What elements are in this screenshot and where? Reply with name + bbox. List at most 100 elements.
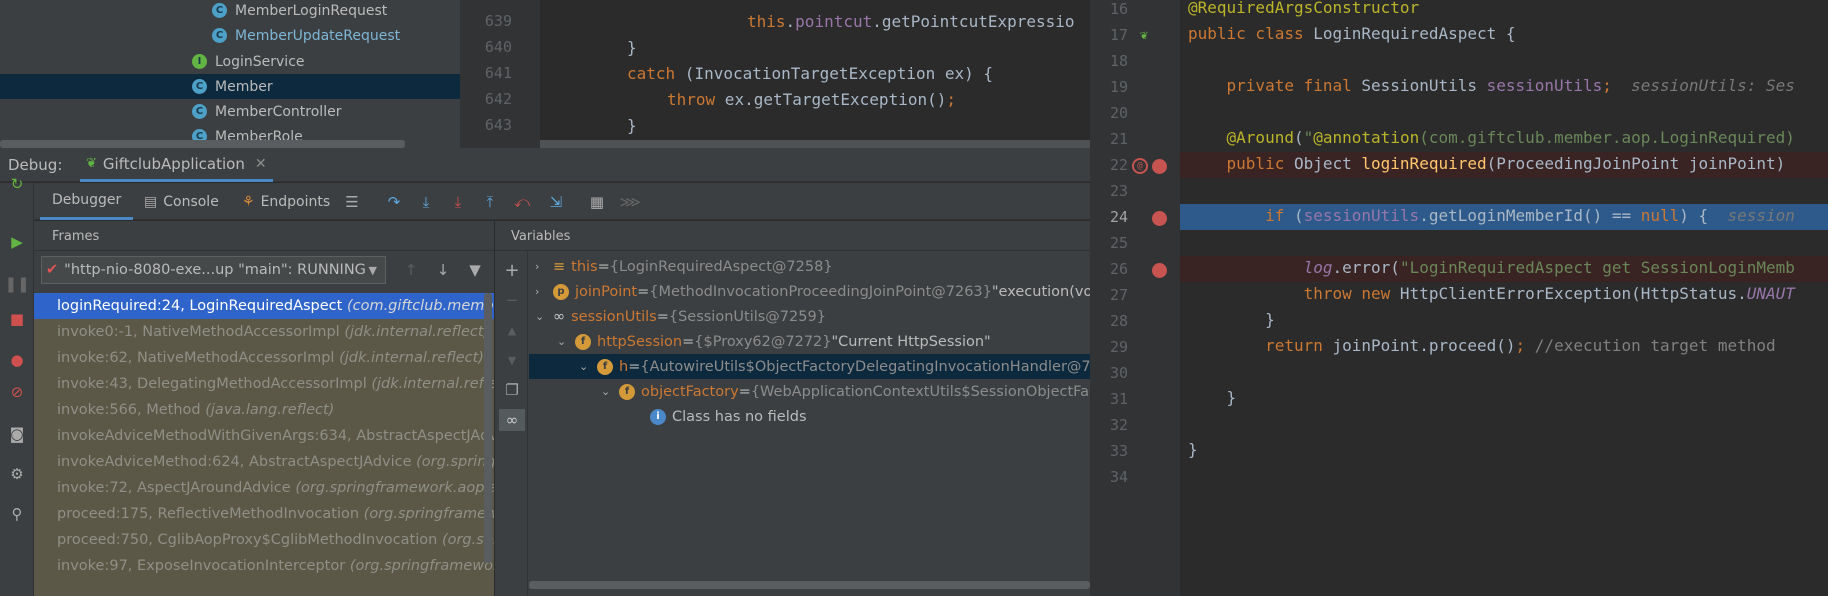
rerun-icon[interactable]: ↻ <box>6 173 28 195</box>
frames-title: Frames <box>34 221 494 251</box>
inline-hint: session <box>1727 206 1795 225</box>
arrow-down-icon[interactable]: ↓ <box>432 259 454 281</box>
frame-row[interactable]: proceed:175, ReflectiveMethodInvocation … <box>34 501 494 527</box>
copy-icon[interactable]: ❐ <box>501 379 523 401</box>
frame-package: (java.lang.reflect) <box>205 402 335 418</box>
tab-label: Endpoints <box>260 193 331 210</box>
line-number: 639 <box>484 12 512 30</box>
chevron-down-icon: ⌄ <box>579 360 589 373</box>
variables-panel: Variables + − ▲ ▼ ❐ ∞ › ≡ this = {LoginR… <box>495 221 1112 596</box>
view-breakpoints-icon[interactable]: ● <box>6 349 28 371</box>
breakpoint-icon[interactable] <box>1152 159 1167 174</box>
tree-item-label: LoginService <box>215 53 305 70</box>
tree-item-member-controller[interactable]: C MemberController <box>192 99 341 124</box>
tree-item-label: Member <box>215 78 273 95</box>
line-number: 29 <box>1109 338 1128 356</box>
stop-icon[interactable]: ■ <box>6 308 28 330</box>
chevron-down-icon: ⌄ <box>557 335 567 348</box>
variable-eq: = <box>682 333 695 350</box>
step-into-icon[interactable]: ⤓ <box>415 191 437 213</box>
frame-row[interactable]: invoke:97, ExposeInvocationInterceptor (… <box>34 553 494 579</box>
line-number: 22 <box>1109 156 1128 174</box>
line-number: 23 <box>1109 182 1128 200</box>
line-number: 16 <box>1109 0 1128 18</box>
variable-row-h[interactable]: ⌄ f h = {AutowireUtils$ObjectFactoryDele… <box>579 354 1109 379</box>
run-to-cursor-icon[interactable]: ⇲ <box>545 191 567 213</box>
line-number: 643 <box>484 116 512 134</box>
frame-method: invoke:43, DelegatingMethodAccessorImpl <box>57 376 367 392</box>
variable-eq: = <box>656 308 669 325</box>
thread-select[interactable]: ✔ "http-nio-8080-exe...up "main": RUNNIN… <box>41 256 386 284</box>
frame-package: (com.giftclub.member.ac <box>346 298 494 314</box>
frame-row[interactable]: invoke:43, DelegatingMethodAccessorImpl … <box>34 371 494 397</box>
frame-row[interactable]: invoke0:-1, NativeMethodAccessorImpl (jd… <box>34 319 494 345</box>
step-out-icon[interactable]: ⤒ <box>479 191 501 213</box>
resume-icon[interactable]: ▶ <box>6 231 28 253</box>
breakpoint-icon[interactable] <box>1152 211 1167 226</box>
frame-package: (org.springframework.a <box>363 506 494 522</box>
frame-package: (jdk.internal.reflect) <box>344 324 490 340</box>
frame-row[interactable]: invoke:72, AspectJAroundAdvice (org.spri… <box>34 475 494 501</box>
spring-bean-icon[interactable]: ❦ <box>1140 28 1148 43</box>
breakpoint-icon[interactable] <box>1152 263 1167 278</box>
step-over-icon[interactable]: ↷ <box>383 191 405 213</box>
tree-item-member-update-request[interactable]: C MemberUpdateRequest <box>212 23 400 48</box>
add-watch-icon[interactable]: + <box>501 259 523 281</box>
pin-icon[interactable]: ⚲ <box>6 503 28 525</box>
tab-console[interactable]: ▤ Console <box>144 183 219 220</box>
variable-row-httpsession[interactable]: ⌄ f httpSession = {$Proxy62@7272} "Curre… <box>557 329 991 354</box>
frame-package: (jdk.internal.reflect) <box>339 350 484 366</box>
class-icon: C <box>212 28 227 43</box>
trace-icon: ⋙ <box>619 193 641 211</box>
frame-method: invokeAdviceMethodWithGivenArgs:634, Abs… <box>57 428 494 444</box>
variable-value: {$Proxy62@7272} <box>694 333 832 350</box>
variable-row-objectfactory[interactable]: ⌄ f objectFactory = {WebApplicationConte… <box>601 379 1112 404</box>
tree-item-login-service[interactable]: I LoginService <box>192 49 305 74</box>
vertical-scrollbar[interactable] <box>484 293 492 563</box>
variable-row-this[interactable]: › ≡ this = {LoginRequiredAspect@7258} <box>535 254 833 279</box>
frame-row[interactable]: invoke:566, Method (java.lang.reflect) <box>34 397 494 423</box>
tab-label: Console <box>163 193 219 210</box>
code-editor-top[interactable]: 639 this.pointcut.getPointcutExpressio 6… <box>460 0 1090 148</box>
frame-method: invoke:72, AspectJAroundAdvice <box>57 480 291 496</box>
frame-row[interactable]: invokeAdviceMethodWithGivenArgs:634, Abs… <box>34 423 494 449</box>
horizontal-scrollbar[interactable] <box>0 140 405 148</box>
horizontal-scrollbar[interactable] <box>529 581 1090 589</box>
drop-frame-icon[interactable]: ⤺ <box>511 191 533 213</box>
remove-watch-icon: − <box>505 291 519 309</box>
evaluate-expression-icon[interactable]: ▦ <box>586 191 608 213</box>
frame-row[interactable]: proceed:750, CglibAopProxy$CglibMethodIn… <box>34 527 494 553</box>
frame-row[interactable]: invoke:62, NativeMethodAccessorImpl (jdk… <box>34 345 494 371</box>
variable-eq: = <box>637 283 650 300</box>
tab-debugger[interactable]: Debugger <box>40 183 134 220</box>
tree-item-member[interactable]: C Member <box>192 74 273 99</box>
horizontal-scrollbar[interactable] <box>540 140 1090 148</box>
frame-method: loginRequired:24, LoginRequiredAspect <box>57 298 343 314</box>
watches-glasses-icon[interactable]: ∞ <box>499 409 525 431</box>
force-step-into-icon[interactable]: ⤓ <box>447 191 469 213</box>
variable-row-joinpoint[interactable]: › p joinPoint = {MethodInvocationProceed… <box>535 279 1096 304</box>
frames-panel: Frames ✔ "http-nio-8080-exe...up "main":… <box>34 221 494 596</box>
camera-icon[interactable]: ◙ <box>6 423 28 445</box>
chevron-down-icon: ⌄ <box>601 385 611 398</box>
interface-icon: I <box>192 54 207 69</box>
field-icon: f <box>597 358 613 375</box>
layout-menu-icon[interactable]: ☰ <box>341 191 363 213</box>
line-number: 31 <box>1109 390 1128 408</box>
settings-icon[interactable]: ⚙ <box>6 463 28 485</box>
frame-row[interactable]: invokeAdviceMethod:624, AbstractAspectJA… <box>34 449 494 475</box>
frame-row-selected[interactable]: loginRequired:24, LoginRequiredAspect (c… <box>34 293 494 319</box>
tree-item-member-login-request[interactable]: C MemberLoginRequest <box>212 0 387 23</box>
aop-advice-icon[interactable]: @ <box>1132 158 1148 174</box>
check-icon: ✔ <box>46 262 59 278</box>
close-icon[interactable]: ✕ <box>255 156 267 172</box>
tree-item-label: MemberUpdateRequest <box>235 27 401 44</box>
variable-row-sessionutils[interactable]: ⌄ ∞ sessionUtils = {SessionUtils@7259} <box>535 304 826 329</box>
tab-endpoints[interactable]: ⚘ Endpoints <box>242 183 330 220</box>
filter-icon[interactable]: ▼ <box>464 259 486 281</box>
line-number: 17 <box>1109 26 1128 44</box>
code-editor-main[interactable]: 16 @RequiredArgsConstructor 17 ❦ public … <box>1090 0 1828 596</box>
tab-giftclub-application[interactable]: ❦ GiftclubApplication ✕ <box>80 148 273 182</box>
mute-breakpoints-icon[interactable]: ⊘ <box>6 381 28 403</box>
inline-hint: sessionUtils: Ses <box>1631 76 1795 95</box>
